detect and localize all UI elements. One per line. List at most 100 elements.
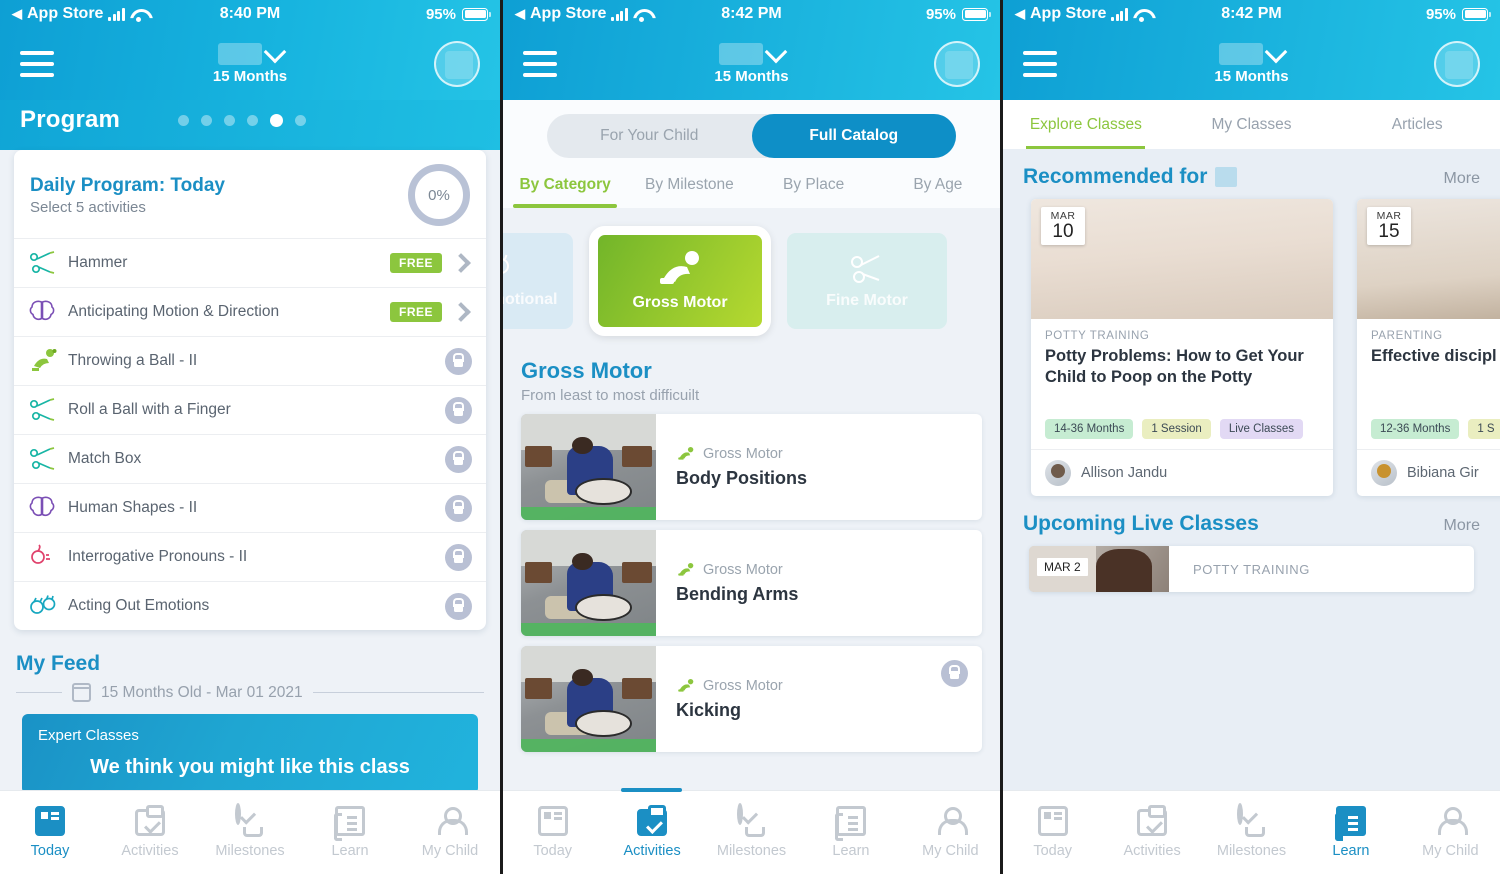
class-title: Effective discipl toddlers <box>1371 347 1500 365</box>
child-selector[interactable]: 15 Months <box>0 40 500 85</box>
chevron-right-icon[interactable] <box>451 253 471 273</box>
social-emotional-icon <box>503 253 515 283</box>
learn-tabs: Explore Classes My Classes Articles <box>1003 100 1500 149</box>
activity-card[interactable]: Gross Motor Body Positions <box>521 414 982 520</box>
activity-row[interactable]: Human Shapes - II <box>14 483 486 532</box>
tab-milestones[interactable]: Milestones <box>200 803 300 859</box>
panel-activities: ◀ App Store 8:42 PM 95% 15 Months For Yo… <box>500 0 1000 874</box>
segment-for-your-child[interactable]: For Your Child <box>547 114 752 158</box>
hamburger-menu-icon[interactable] <box>20 51 54 77</box>
upcoming-title: Upcoming Live Classes <box>1023 512 1259 535</box>
tab-by-place[interactable]: By Place <box>752 176 876 208</box>
tab-learn[interactable]: Learn <box>1301 806 1400 859</box>
child-name-row <box>217 40 286 65</box>
status-left: ◀ App Store <box>1015 5 1150 23</box>
date-day: 10 <box>1052 221 1074 242</box>
tab-label: My Child <box>922 843 979 859</box>
nav-bar: 15 Months <box>0 28 500 100</box>
class-card[interactable]: MAR 10 POTTY TRAINING Potty Problems: Ho… <box>1031 199 1333 496</box>
category-tile-gross-motor[interactable]: Gross Motor <box>589 226 771 336</box>
activity-card[interactable]: Gross Motor Bending Arms <box>521 530 982 636</box>
tab-learn[interactable]: Learn <box>801 806 900 859</box>
divider-right <box>312 692 484 693</box>
class-chips: 14-36 Months 1 Session Live Classes <box>1045 419 1319 439</box>
category-tile-fine-motor[interactable]: Fine Motor <box>787 233 947 329</box>
back-triangle-icon[interactable]: ◀ <box>515 6 525 22</box>
activity-row[interactable]: Roll a Ball with a Finger <box>14 385 486 434</box>
child-name-row <box>1219 40 1288 65</box>
tab-by-category[interactable]: By Category <box>503 176 627 208</box>
category-carousel[interactable]: Social Emotional Gross Motor Fine Motor <box>503 208 1000 342</box>
battery-percent: 95% <box>1425 5 1456 23</box>
avatar[interactable] <box>1434 41 1480 87</box>
activity-card[interactable]: Gross Motor Kicking <box>521 646 982 752</box>
back-app-label[interactable]: App Store <box>530 5 606 23</box>
divider-left <box>16 692 62 693</box>
activity-row[interactable]: Acting Out Emotions <box>14 581 486 630</box>
status-left: ◀ App Store <box>12 5 147 23</box>
cognitive-brain-icon <box>28 299 58 325</box>
tab-milestones[interactable]: Milestones <box>1202 803 1301 859</box>
tab-bar: Today Activities Milestones Learn My Chi… <box>503 788 1000 874</box>
recommended-carousel[interactable]: MAR 10 POTTY TRAINING Potty Problems: Ho… <box>1003 199 1500 496</box>
tab-articles[interactable]: Articles <box>1334 100 1500 149</box>
child-selector[interactable]: 15 Months <box>503 40 1000 85</box>
activity-row[interactable]: Match Box <box>14 434 486 483</box>
avatar[interactable] <box>934 41 980 87</box>
tab-my-child[interactable]: My Child <box>901 806 1000 859</box>
hamburger-menu-icon[interactable] <box>1023 51 1057 77</box>
category-tile-social-emotional[interactable]: Social Emotional <box>503 233 573 329</box>
tab-activities[interactable]: Activities <box>100 805 200 859</box>
tab-by-age[interactable]: By Age <box>876 176 1000 208</box>
class-card[interactable]: MAR 15 PARENTING Effective discipl toddl… <box>1357 199 1500 496</box>
activity-category-row: Gross Motor <box>676 562 982 578</box>
battery-icon <box>962 7 991 21</box>
avatar[interactable] <box>434 41 480 87</box>
banner-headline: We think you might like this class <box>90 756 410 778</box>
category-label: Gross Motor <box>632 294 728 311</box>
child-age: 15 Months <box>212 68 288 85</box>
filter-tabs: By Category By Milestone By Place By Age <box>503 176 1000 208</box>
back-app-label[interactable]: App Store <box>27 5 103 23</box>
back-triangle-icon[interactable]: ◀ <box>1015 6 1025 22</box>
activity-row[interactable]: Hammer FREE <box>14 238 486 287</box>
back-triangle-icon[interactable]: ◀ <box>12 6 22 22</box>
document-icon <box>334 806 365 841</box>
segment-full-catalog[interactable]: Full Catalog <box>751 114 956 158</box>
child-age: 15 Months <box>714 68 789 85</box>
award-badge-icon <box>1236 803 1267 837</box>
tab-today[interactable]: Today <box>1003 806 1102 859</box>
live-class-thumbnail: MAR 2 <box>1029 546 1169 592</box>
tab-today[interactable]: Today <box>0 806 100 859</box>
tab-explore-classes[interactable]: Explore Classes <box>1003 100 1169 149</box>
tab-learn[interactable]: Learn <box>300 806 400 859</box>
tab-label: My Child <box>1422 843 1479 859</box>
date-badge: MAR 15 <box>1367 207 1411 245</box>
upcoming-more-link[interactable]: More <box>1444 517 1480 535</box>
chevron-right-icon[interactable] <box>451 302 471 322</box>
hamburger-menu-icon[interactable] <box>523 51 557 77</box>
child-selector[interactable]: 15 Months <box>1003 40 1500 85</box>
tab-activities[interactable]: Activities <box>1102 805 1201 859</box>
tab-activities[interactable]: Activities <box>602 805 701 859</box>
tab-by-milestone[interactable]: By Milestone <box>627 176 751 208</box>
calendar-icon <box>72 683 91 702</box>
recommended-more-link[interactable]: More <box>1444 170 1480 188</box>
tab-today[interactable]: Today <box>503 806 602 859</box>
live-class-row[interactable]: MAR 2 POTTY TRAINING <box>1029 546 1474 592</box>
back-app-label[interactable]: App Store <box>1030 5 1106 23</box>
my-feed-section: My Feed 15 Months Old - Mar 01 2021 Expe… <box>0 630 500 794</box>
tab-my-child[interactable]: My Child <box>400 806 500 859</box>
tab-my-classes[interactable]: My Classes <box>1169 100 1335 149</box>
expert-classes-banner[interactable]: Expert Classes We think you might like t… <box>22 714 478 794</box>
tab-milestones[interactable]: Milestones <box>702 803 801 859</box>
free-badge: FREE <box>389 253 442 273</box>
progress-ring: 0% <box>408 164 470 226</box>
segmented-control[interactable]: For Your Child Full Catalog <box>547 114 956 158</box>
wifi-icon <box>633 8 650 22</box>
carousel-dots[interactable] <box>178 113 307 127</box>
activity-row[interactable]: Interrogative Pronouns - II <box>14 532 486 581</box>
activity-row[interactable]: Anticipating Motion & Direction FREE <box>14 287 486 336</box>
activity-row[interactable]: Throwing a Ball - II <box>14 336 486 385</box>
tab-my-child[interactable]: My Child <box>1401 806 1500 859</box>
